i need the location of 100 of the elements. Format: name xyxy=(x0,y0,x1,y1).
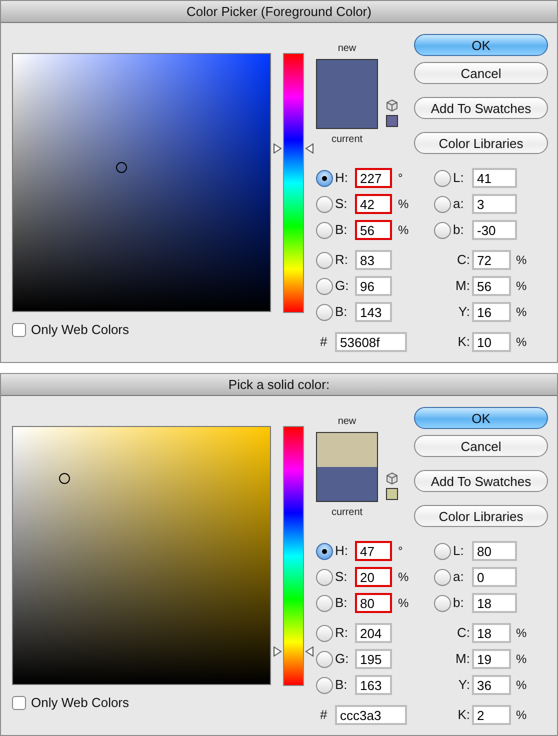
web-safe-swatch[interactable] xyxy=(386,488,398,500)
field-label: L: xyxy=(453,542,465,560)
input-field[interactable]: 16 xyxy=(472,302,511,322)
unit-label: % xyxy=(516,677,527,694)
input-field[interactable]: 96 xyxy=(355,276,392,296)
dialog-button[interactable]: Cancel xyxy=(414,62,548,84)
color-field[interactable] xyxy=(12,53,271,312)
cube-icon[interactable] xyxy=(386,472,398,485)
checkbox-label: Only Web Colors xyxy=(31,321,130,339)
unit-label: % xyxy=(516,625,527,642)
radio-button[interactable] xyxy=(434,594,451,612)
input-field[interactable]: 36 xyxy=(472,675,511,695)
radio-button[interactable] xyxy=(316,278,333,294)
hue-slider-handle[interactable] xyxy=(273,646,314,658)
input-field[interactable]: 0 xyxy=(472,567,517,587)
input-field[interactable]: 83 xyxy=(355,250,392,270)
radio-button[interactable] xyxy=(316,304,333,320)
checkbox[interactable] xyxy=(12,322,26,337)
input-field[interactable]: 20 xyxy=(355,567,392,587)
input-field[interactable]: 56 xyxy=(355,220,392,240)
radio-button[interactable] xyxy=(434,222,451,238)
dialog-button[interactable]: Color Libraries xyxy=(414,505,548,527)
field-label: K: xyxy=(456,333,471,352)
dialog-button[interactable]: Color Libraries xyxy=(414,132,548,154)
radio-button[interactable] xyxy=(316,196,333,212)
dialog-button[interactable]: OK xyxy=(414,407,548,429)
hue-slider-handle[interactable] xyxy=(273,143,314,154)
input-field[interactable]: 10 xyxy=(472,332,511,352)
radio-button[interactable] xyxy=(434,170,451,186)
radio-button[interactable] xyxy=(316,676,333,694)
field-label: b: xyxy=(453,594,465,612)
field-label: # xyxy=(320,706,328,724)
window-title: Pick a solid color: xyxy=(228,376,330,394)
field-label: a: xyxy=(453,195,465,214)
field-label: C: xyxy=(456,624,471,642)
radio-button[interactable] xyxy=(316,650,333,668)
field-label: B: xyxy=(335,303,348,322)
web-safe-swatch[interactable] xyxy=(386,115,398,127)
input-field[interactable]: 18 xyxy=(472,593,517,613)
input-field[interactable]: 2 xyxy=(472,705,511,725)
radio-button[interactable] xyxy=(316,542,333,560)
radio-button[interactable] xyxy=(316,624,333,642)
input-field[interactable]: 53608f xyxy=(335,332,407,352)
radio-button[interactable] xyxy=(316,170,333,186)
input-field[interactable]: 80 xyxy=(355,593,392,613)
input-field[interactable]: 47 xyxy=(355,541,392,561)
hue-slider[interactable] xyxy=(273,53,314,313)
input-field[interactable]: 41 xyxy=(472,168,517,188)
input-field[interactable]: ccc3a3 xyxy=(335,705,407,725)
unit-label: % xyxy=(516,707,527,724)
hue-slider[interactable] xyxy=(273,426,314,686)
unit-label: % xyxy=(516,651,527,668)
field-label: K: xyxy=(456,706,471,724)
input-field[interactable]: 163 xyxy=(355,675,392,695)
field-label: M: xyxy=(454,277,471,296)
field-label: G: xyxy=(335,650,350,668)
field-label: G: xyxy=(335,277,350,296)
input-field[interactable]: 19 xyxy=(472,649,511,669)
radio-button[interactable] xyxy=(316,252,333,268)
current-label: current xyxy=(330,133,364,147)
input-field[interactable]: 195 xyxy=(355,649,392,669)
dialog-button[interactable]: Cancel xyxy=(414,435,548,457)
field-label: B: xyxy=(335,594,348,612)
unit-label: ° xyxy=(398,170,403,187)
unit-label: % xyxy=(516,278,527,295)
radio-button[interactable] xyxy=(434,542,451,560)
unit-label: % xyxy=(398,222,409,239)
new-label: new xyxy=(336,42,358,56)
input-field[interactable]: 72 xyxy=(472,250,511,270)
input-field[interactable]: 3 xyxy=(472,194,517,214)
radio-button[interactable] xyxy=(434,568,451,586)
input-field[interactable]: 56 xyxy=(472,276,511,296)
new-label: new xyxy=(336,415,358,429)
radio-button[interactable] xyxy=(316,222,333,238)
field-label: B: xyxy=(335,221,348,240)
checkbox[interactable] xyxy=(12,696,26,710)
field-label: # xyxy=(320,333,328,352)
unit-label: ° xyxy=(398,543,403,560)
dialog-button[interactable]: OK xyxy=(414,34,548,56)
radio-button[interactable] xyxy=(316,568,333,586)
input-field[interactable]: 227 xyxy=(355,168,392,188)
field-label: R: xyxy=(335,251,349,270)
window-title: Color Picker (Foreground Color) xyxy=(186,2,372,21)
input-field[interactable]: 80 xyxy=(472,541,517,561)
cube-icon[interactable] xyxy=(386,99,398,112)
radio-button[interactable] xyxy=(316,594,333,612)
input-field[interactable]: 204 xyxy=(355,623,392,643)
color-field[interactable] xyxy=(12,426,271,685)
picker-marker[interactable] xyxy=(59,473,70,484)
input-field[interactable]: 42 xyxy=(355,194,392,214)
field-label: S: xyxy=(335,195,348,214)
input-field[interactable]: 143 xyxy=(355,302,392,322)
radio-button[interactable] xyxy=(434,196,451,212)
unit-label: % xyxy=(516,304,527,321)
input-field[interactable]: 18 xyxy=(472,623,511,643)
picker-marker[interactable] xyxy=(116,162,127,174)
unit-label: % xyxy=(398,595,409,612)
dialog-button[interactable]: Add To Swatches xyxy=(414,470,548,492)
input-field[interactable]: -30 xyxy=(472,220,517,240)
dialog-button[interactable]: Add To Swatches xyxy=(414,97,548,119)
